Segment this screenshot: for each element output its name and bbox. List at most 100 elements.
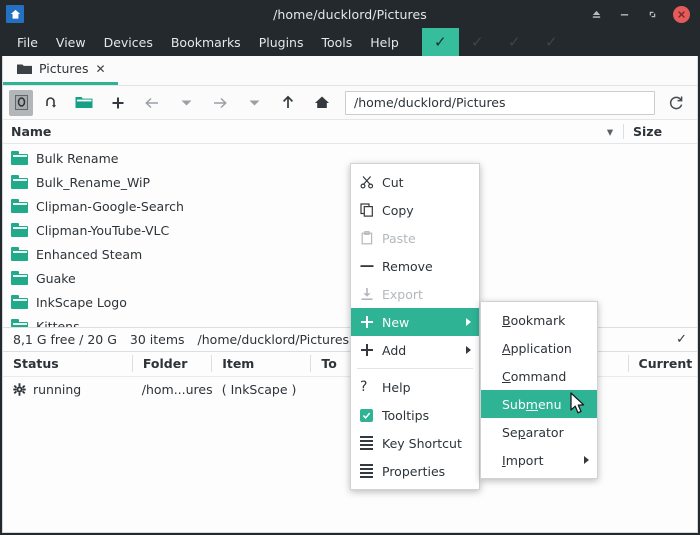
folder-icon bbox=[11, 223, 28, 237]
open-folder-button[interactable] bbox=[67, 90, 101, 116]
reload-button[interactable] bbox=[661, 90, 691, 116]
folder-icon bbox=[11, 295, 28, 309]
menu-item-label: Help bbox=[382, 380, 411, 395]
submenu-item-bookmark[interactable]: Bookmark bbox=[481, 306, 597, 334]
list-item-label: Bulk Rename bbox=[36, 151, 118, 166]
mouse-cursor bbox=[570, 392, 586, 419]
menu-item-help[interactable]: ? Help bbox=[351, 373, 479, 401]
check-button-3[interactable]: ✓ bbox=[496, 28, 533, 56]
undo-button[interactable] bbox=[33, 90, 67, 116]
status-bar-text: 8,1 G free / 20 G 30 items /home/ducklor… bbox=[13, 332, 349, 347]
lines-icon bbox=[360, 436, 382, 450]
undo-icon bbox=[43, 95, 58, 110]
task-cell-item: ( InkScape ) bbox=[212, 377, 311, 402]
menu-item-remove[interactable]: Remove bbox=[351, 252, 479, 280]
folder-icon-svg bbox=[17, 63, 32, 75]
minus-icon bbox=[360, 259, 382, 273]
minimize-button[interactable] bbox=[617, 7, 631, 21]
copy-icon bbox=[360, 203, 382, 217]
preview-icon bbox=[15, 95, 28, 110]
question-icon: ? bbox=[360, 379, 382, 395]
menubar-check-buttons: ✓ ✓ ✓ ✓ bbox=[422, 28, 570, 56]
back-button[interactable] bbox=[135, 90, 169, 116]
menu-item-label: Paste bbox=[382, 231, 416, 246]
submenu-item-import[interactable]: Import bbox=[481, 446, 597, 474]
list-item-label: Kittens bbox=[36, 319, 80, 327]
list-item-label: Clipman-Google-Search bbox=[36, 199, 184, 214]
menu-item-tooltips[interactable]: Tooltips bbox=[351, 401, 479, 429]
maximize-icon bbox=[647, 9, 658, 20]
preview-toggle-button[interactable] bbox=[9, 90, 33, 116]
column-header-size[interactable]: Size bbox=[623, 124, 697, 139]
menu-item-label: Remove bbox=[382, 259, 433, 274]
new-tab-button[interactable] bbox=[101, 90, 135, 116]
shade-button[interactable] bbox=[589, 7, 603, 21]
check-button-4[interactable]: ✓ bbox=[533, 28, 570, 56]
plus-icon bbox=[111, 96, 125, 110]
submenu-item-label: Submenu bbox=[502, 397, 562, 412]
folder-icon bbox=[11, 151, 28, 165]
sort-dropdown-icon[interactable]: ▾ bbox=[597, 124, 623, 139]
status-free-space: 8,1 G free / 20 G bbox=[13, 332, 117, 347]
menu-item-export[interactable]: Export bbox=[351, 280, 479, 308]
check-button-2[interactable]: ✓ bbox=[459, 28, 496, 56]
task-header-item[interactable]: Item bbox=[211, 355, 310, 372]
menu-bookmarks[interactable]: Bookmarks bbox=[162, 31, 250, 54]
task-header-current[interactable]: Current bbox=[628, 355, 697, 372]
checkbox-checked-icon[interactable] bbox=[360, 409, 382, 422]
forward-button[interactable] bbox=[203, 90, 237, 116]
back-history-dropdown[interactable] bbox=[169, 90, 203, 116]
menu-item-cut[interactable]: Cut bbox=[351, 168, 479, 196]
plus-icon bbox=[360, 315, 382, 329]
submenu-item-label: Separator bbox=[502, 425, 564, 440]
task-cell-status: running bbox=[3, 377, 132, 402]
submenu-item-command[interactable]: Command bbox=[481, 362, 597, 390]
menu-item-paste[interactable]: Paste bbox=[351, 224, 479, 252]
tab-strip: Pictures ✕ bbox=[3, 56, 697, 86]
menu-file[interactable]: File bbox=[8, 31, 47, 54]
menu-item-copy[interactable]: Copy bbox=[351, 196, 479, 224]
folder-icon bbox=[17, 63, 32, 75]
list-item-label: InkScape Logo bbox=[36, 295, 127, 310]
path-input[interactable]: /home/ducklord/Pictures bbox=[345, 91, 655, 115]
folder-icon bbox=[11, 319, 28, 327]
task-header-folder[interactable]: Folder bbox=[132, 355, 211, 372]
status-item-count: 30 items bbox=[130, 332, 185, 347]
menu-help[interactable]: Help bbox=[361, 31, 408, 54]
menu-tools[interactable]: Tools bbox=[312, 31, 361, 54]
list-item-label: Clipman-YouTube-VLC bbox=[36, 223, 169, 238]
menu-item-key-shortcut[interactable]: Key Shortcut bbox=[351, 429, 479, 457]
menu-item-new[interactable]: New bbox=[351, 308, 479, 336]
window-app-icon[interactable] bbox=[6, 5, 24, 23]
list-item-label: Guake bbox=[36, 271, 76, 286]
menu-item-add[interactable]: Add bbox=[351, 336, 479, 364]
list-item-label: Enhanced Steam bbox=[36, 247, 142, 262]
forward-history-dropdown[interactable] bbox=[237, 90, 271, 116]
column-header-name[interactable]: Name bbox=[3, 124, 597, 139]
menu-item-label: Cut bbox=[382, 175, 404, 190]
menu-item-label: Export bbox=[382, 287, 423, 302]
open-folder-icon bbox=[75, 95, 93, 110]
task-cell-current bbox=[628, 377, 697, 402]
folder-icon bbox=[11, 271, 28, 285]
menu-devices[interactable]: Devices bbox=[95, 31, 162, 54]
menu-item-properties[interactable]: Properties bbox=[351, 457, 479, 485]
maximize-button[interactable] bbox=[645, 7, 659, 21]
menu-bar: File View Devices Bookmarks Plugins Tool… bbox=[0, 28, 700, 56]
list-item-label: Bulk_Rename_WiP bbox=[36, 175, 150, 190]
folder-icon bbox=[11, 199, 28, 213]
task-header-status[interactable]: Status bbox=[3, 355, 132, 372]
close-button[interactable] bbox=[673, 6, 690, 23]
menu-view[interactable]: View bbox=[47, 31, 95, 54]
status-check-icon[interactable]: ✓ bbox=[676, 332, 687, 347]
tab-pictures[interactable]: Pictures ✕ bbox=[3, 55, 118, 85]
home-button[interactable] bbox=[305, 90, 339, 116]
forward-icon bbox=[212, 96, 228, 110]
tab-close-icon[interactable]: ✕ bbox=[96, 62, 106, 76]
submenu-arrow-icon bbox=[584, 456, 589, 464]
check-button-1[interactable]: ✓ bbox=[422, 28, 459, 56]
menu-plugins[interactable]: Plugins bbox=[250, 31, 313, 54]
submenu-item-separator[interactable]: Separator bbox=[481, 418, 597, 446]
up-button[interactable] bbox=[271, 90, 305, 116]
submenu-item-application[interactable]: Application bbox=[481, 334, 597, 362]
